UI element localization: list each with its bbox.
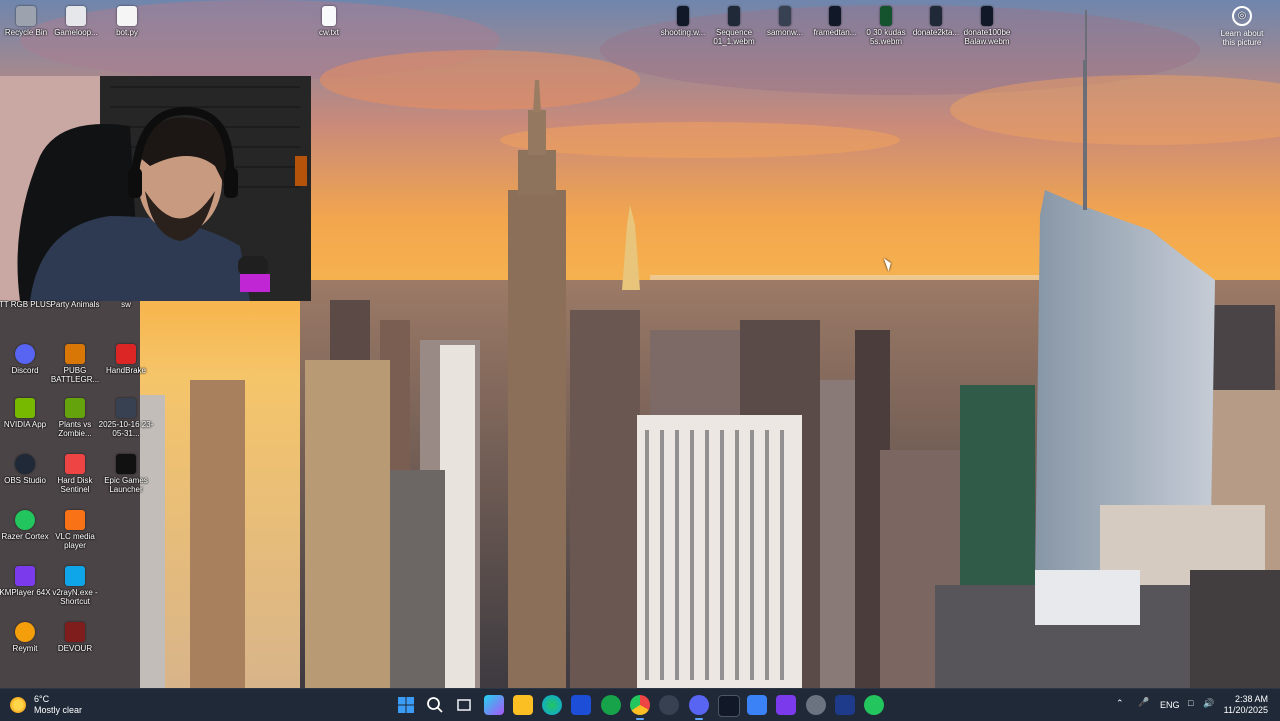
learn-about-picture-button[interactable]: ◎ Learn about this picture <box>1214 6 1270 47</box>
utorrent-button[interactable] <box>601 695 621 715</box>
task-view-button[interactable] <box>454 695 474 715</box>
weather-condition: Mostly clear <box>34 705 83 715</box>
video-file-icon <box>779 6 791 26</box>
search-icon <box>427 697 443 713</box>
desktop-icon-devour[interactable]: DEVOUR <box>44 622 106 653</box>
weather-temp: 6°C <box>34 694 50 704</box>
widgets-button[interactable] <box>484 695 504 715</box>
start-button[interactable] <box>396 695 416 715</box>
desktop-icon-epic-games[interactable]: Epic Games Launcher <box>95 454 157 494</box>
chevron-up-icon: ⌃ <box>1116 698 1124 708</box>
video-file-icon <box>728 6 740 26</box>
vscode-button[interactable] <box>747 695 767 715</box>
nvidia-icon <box>15 398 35 418</box>
discord-icon <box>15 344 35 364</box>
volume-icon: 🔊 <box>1203 698 1215 708</box>
webcam-overlay <box>0 76 311 301</box>
clock-time: 2:38 AM <box>1234 694 1268 704</box>
epic-icon <box>116 454 136 474</box>
kmplayer-icon <box>15 566 35 586</box>
desktop-icon-label: VLC media player <box>55 532 95 550</box>
game-icon <box>65 398 85 418</box>
network-button[interactable]: □ <box>1188 698 1193 708</box>
reymit-icon <box>15 622 35 642</box>
desktop-icon-label: HandBrake <box>105 366 147 375</box>
desktop-icon-label: bot.py <box>116 28 138 37</box>
desktop-icon-label: 2025-10-16 23-05-31... <box>98 420 154 438</box>
terminal-button[interactable] <box>718 695 740 717</box>
python-file-icon <box>117 6 137 26</box>
obs-icon <box>15 454 35 474</box>
handbrake-icon <box>116 344 136 364</box>
clock[interactable]: 2:38 AM 11/20/2025 <box>1224 694 1268 716</box>
desktop-icon-label: DEVOUR <box>57 644 93 653</box>
windows-icon <box>398 697 414 713</box>
desktop-icon-label: sw <box>121 300 131 309</box>
video-file-icon <box>829 6 841 26</box>
language-indicator[interactable]: ENG <box>1160 700 1180 710</box>
file-explorer-button[interactable] <box>513 695 533 715</box>
desktop-icon-label: cw.txt <box>318 28 339 37</box>
video-file-icon <box>981 6 993 26</box>
desktop-icon-cw-txt[interactable]: cw.txt <box>298 6 360 37</box>
desktop-icon-handbrake[interactable]: HandBrake <box>95 344 157 375</box>
desktop-icon-sw[interactable]: sw <box>95 300 157 309</box>
desktop-icon-v2rayn[interactable]: v2rayN.exe - Shortcut <box>44 566 106 606</box>
discord-button[interactable] <box>689 695 709 720</box>
task-view-icon <box>457 699 471 711</box>
nvidia-tray-app-button[interactable] <box>864 695 884 715</box>
clock-date: 11/20/2025 <box>1223 705 1268 715</box>
desktop-icon-recording-2025[interactable]: 2025-10-16 23-05-31... <box>95 398 157 438</box>
razer-icon <box>15 510 35 530</box>
language-label: ENG <box>1160 700 1180 710</box>
search-button[interactable] <box>425 695 445 715</box>
microphone-icon: 🎤 <box>1138 697 1150 707</box>
github-button[interactable] <box>806 695 826 715</box>
desktop-icon-bot-py[interactable]: bot.py <box>96 6 158 37</box>
desktop-icon-donate100be[interactable]: donate100be Balaw.webm <box>956 6 1018 46</box>
desktop-icon-label: Epic Games Launcher <box>104 476 148 494</box>
show-hidden-icons-button[interactable]: ⌃ <box>1116 698 1124 709</box>
game-icon <box>65 622 85 642</box>
steam-button[interactable] <box>835 695 855 715</box>
desktop-icon-vlc[interactable]: VLC media player <box>44 510 106 550</box>
video-file-icon <box>930 6 942 26</box>
volume-button[interactable]: 🔊 <box>1203 698 1214 709</box>
store-button[interactable] <box>571 695 591 715</box>
gameloop-icon <box>66 6 86 26</box>
learn-about-picture-label: Learn about this picture <box>1220 29 1264 47</box>
video-file-icon <box>880 6 892 26</box>
taskbar: 6°C Mostly clear ⌃ 🎤 ENG □ 🔊 2:38 AM 11/… <box>0 688 1280 721</box>
text-file-icon <box>322 6 336 26</box>
video-file-icon <box>677 6 689 26</box>
camera-icon: ◎ <box>1232 6 1252 26</box>
desktop-icon-label: donate100be Balaw.webm <box>963 28 1011 46</box>
weather-widget[interactable]: 6°C Mostly clear <box>10 694 82 716</box>
desktop-icon-label: v2rayN.exe - Shortcut <box>52 588 98 606</box>
network-icon: □ <box>1188 698 1194 708</box>
microphone-button[interactable]: 🎤 <box>1138 697 1149 708</box>
vlc-icon <box>65 510 85 530</box>
r-app-button[interactable] <box>776 695 796 715</box>
disk-icon <box>65 454 85 474</box>
video-file-icon <box>116 398 136 418</box>
webcam-feed-image <box>0 76 311 301</box>
chrome-button[interactable] <box>630 695 650 720</box>
weather-icon <box>10 697 26 713</box>
edge-button[interactable] <box>542 695 562 715</box>
steam-dark-button[interactable] <box>659 695 679 715</box>
pubg-icon <box>65 344 85 364</box>
recycle-bin-icon <box>16 6 36 26</box>
v2ray-icon <box>65 566 85 586</box>
